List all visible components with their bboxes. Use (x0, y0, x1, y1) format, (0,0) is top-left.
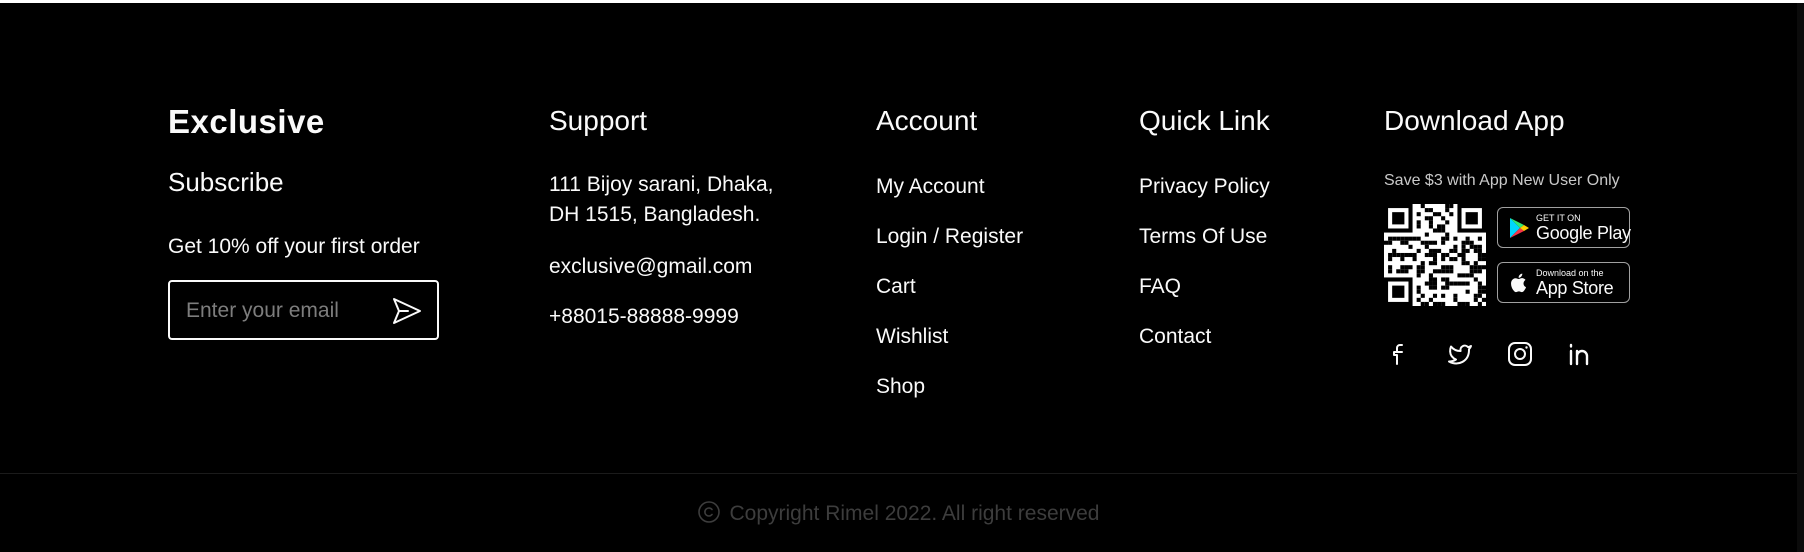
google-play-big-text: Google Play (1536, 223, 1631, 243)
brand-logo[interactable]: Exclusive (168, 103, 325, 141)
app-store-small-text: Download on the (1536, 268, 1604, 278)
instagram-icon (1508, 342, 1532, 366)
send-icon (393, 298, 421, 324)
account-heading: Account (876, 105, 978, 136)
app-store-big-text: App Store (1536, 278, 1614, 298)
account-link-wishlist[interactable]: Wishlist (876, 325, 948, 349)
quick-link-heading: Quick Link (1139, 105, 1270, 136)
twitter-icon (1448, 344, 1472, 365)
support-address-line1: 111 Bijoy sarani, Dhaka, (549, 173, 774, 196)
linkedin-icon (1569, 343, 1589, 366)
copyright: Copyright Rimel 2022. All right reserved (0, 500, 1797, 526)
qr-code (1384, 204, 1486, 306)
app-store-button[interactable]: Download on the App Store (1497, 262, 1630, 303)
download-app-heading: Download App (1384, 105, 1565, 136)
scrollbar[interactable] (1797, 3, 1804, 552)
instagram-link[interactable] (1504, 338, 1536, 370)
google-play-button[interactable]: GET IT ON Google Play (1497, 207, 1631, 248)
copyright-icon (698, 501, 721, 523)
facebook-icon (1393, 344, 1403, 365)
subscribe-offer: Get 10% off your first order (168, 235, 420, 258)
support-phone-link[interactable]: +88015-88888-9999 (549, 305, 739, 329)
support-email-link[interactable]: exclusive@gmail.com (549, 255, 752, 279)
footer-divider (0, 473, 1797, 474)
google-play-small-text: GET IT ON (1536, 213, 1581, 223)
subscribe-heading: Subscribe (168, 167, 284, 197)
twitter-link[interactable] (1444, 338, 1476, 370)
qr-code-icon (1384, 204, 1486, 306)
send-button[interactable] (391, 296, 423, 326)
copyright-text: Copyright Rimel 2022. All right reserved (729, 502, 1100, 525)
account-link-cart[interactable]: Cart (876, 275, 916, 299)
account-link-shop[interactable]: Shop (876, 375, 925, 399)
quick-link-contact[interactable]: Contact (1139, 325, 1211, 349)
footer: Exclusive Subscribe Get 10% off your fir… (0, 3, 1804, 552)
quick-link-privacy-policy[interactable]: Privacy Policy (1139, 175, 1270, 199)
support-heading: Support (549, 105, 648, 136)
quick-link-faq[interactable]: FAQ (1139, 275, 1181, 299)
facebook-link[interactable] (1384, 338, 1416, 370)
account-link-my-account[interactable]: My Account (876, 175, 985, 199)
apple-icon (1511, 273, 1526, 293)
email-subscribe-form (168, 280, 439, 340)
account-link-login-register[interactable]: Login / Register (876, 225, 1023, 249)
linkedin-link[interactable] (1564, 338, 1596, 370)
google-play-icon (1510, 218, 1529, 238)
app-promo-text: Save $3 with App New User Only (1384, 172, 1620, 189)
support-address-line2: DH 1515, Bangladesh. (549, 203, 761, 226)
email-input[interactable] (186, 296, 386, 326)
quick-link-terms-of-use[interactable]: Terms Of Use (1139, 225, 1267, 249)
